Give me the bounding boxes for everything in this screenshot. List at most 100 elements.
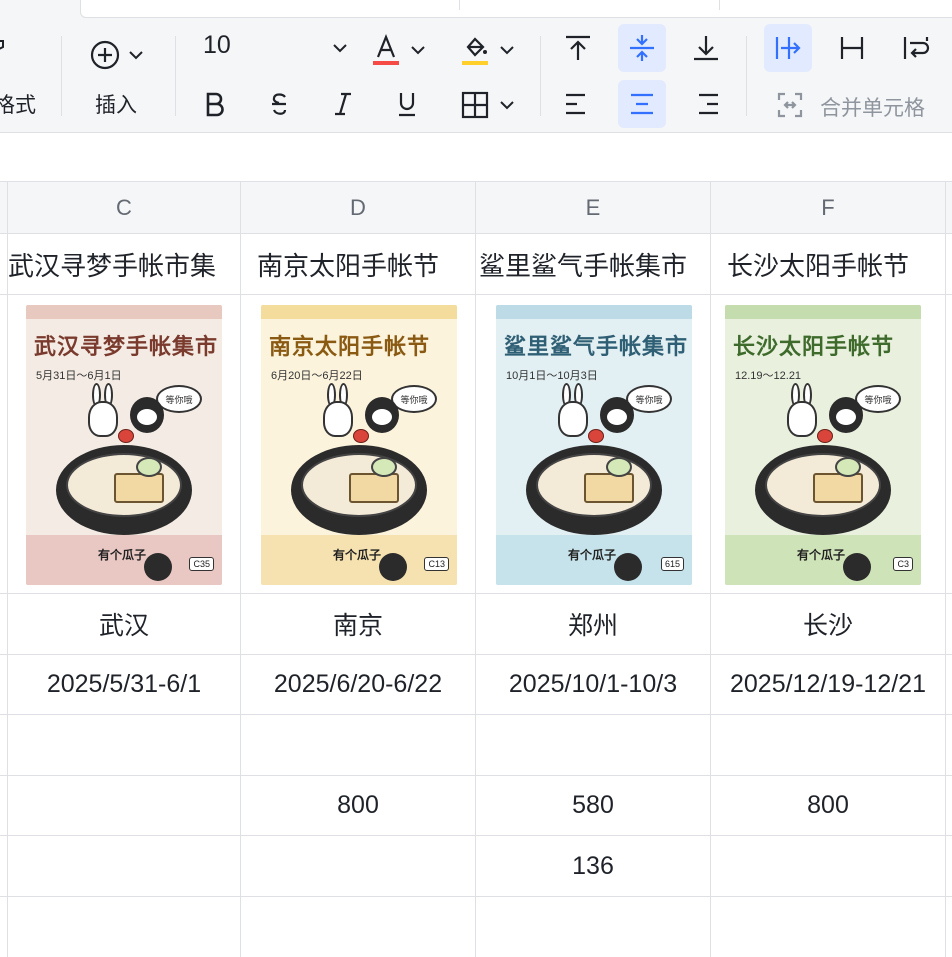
column-header-f[interactable]: F (711, 182, 946, 234)
cell-value-a-d[interactable]: 800 (241, 776, 476, 835)
cell-date-f[interactable]: 2025/12/19-12/21 (711, 655, 946, 714)
text-color-icon (373, 34, 399, 65)
formula-tab-strip (80, 0, 952, 18)
align-left-icon (566, 93, 585, 115)
poster-date: 5月31日～6月1日 (36, 370, 122, 382)
fill-color-button[interactable] (452, 30, 524, 70)
column-header-b-edge[interactable] (0, 182, 8, 234)
column-header-d[interactable]: D (241, 182, 476, 234)
border-button[interactable] (452, 86, 524, 124)
cell-title-f[interactable]: 长沙太阳手帐节 (711, 234, 946, 294)
apple-illustration (353, 429, 369, 443)
apple-illustration (588, 429, 604, 443)
cell-poster-f[interactable]: 长沙太阳手帐节 12.19～12.21 等你哦 有个瓜子 C3 (711, 295, 946, 593)
cell-empty-e[interactable] (476, 715, 711, 775)
toolbar-separator (746, 36, 747, 116)
poster-date: 6月20日～6月22日 (271, 370, 363, 382)
text-color-button[interactable] (364, 30, 434, 70)
cell-empty-c[interactable] (8, 715, 241, 775)
cell-trailing-e[interactable] (476, 897, 711, 957)
cell-value-b-c[interactable] (8, 836, 241, 896)
cell-b[interactable] (0, 655, 8, 714)
merge-cells-button[interactable] (770, 86, 810, 124)
cell-city-e[interactable]: 郑州 (476, 594, 711, 654)
toolbar-separator (61, 36, 62, 116)
align-middle-button[interactable] (618, 24, 666, 72)
align-bottom-button[interactable] (682, 24, 730, 72)
event-poster-image[interactable]: 长沙太阳手帐节 12.19～12.21 等你哦 有个瓜子 C3 (725, 305, 921, 585)
cell-title-c[interactable]: 武汉寻梦手帐市集 (8, 234, 241, 294)
align-top-button[interactable] (554, 24, 602, 72)
poster-booth-tag: C35 (189, 557, 214, 571)
cell-empty-d[interactable] (241, 715, 476, 775)
chevron-down-icon (333, 44, 347, 53)
cell-empty-f[interactable] (711, 715, 946, 775)
toolbar-separator (175, 36, 176, 116)
cell-value-a-c[interactable] (8, 776, 241, 835)
text-wrap-button[interactable] (892, 24, 940, 72)
column-header-e[interactable]: E (476, 182, 711, 234)
apple-illustration (118, 429, 134, 443)
cell-b[interactable] (0, 234, 8, 294)
cell-trailing-c[interactable] (8, 897, 241, 957)
event-poster-image[interactable]: 南京太阳手帐节 6月20日～6月22日 等你哦 有个瓜子 C13 (261, 305, 457, 585)
align-center-button[interactable] (618, 80, 666, 128)
merge-cells-icon (777, 92, 803, 118)
insert-label[interactable]: 插入 (95, 89, 137, 119)
table-row-trailing (0, 897, 952, 957)
cell-date-e[interactable]: 2025/10/1-10/3 (476, 655, 711, 714)
cell-value-a-e[interactable]: 580 (476, 776, 711, 835)
cell-b[interactable] (0, 594, 8, 654)
format-painter-icon[interactable] (0, 38, 10, 60)
bold-button[interactable] (196, 86, 234, 122)
cell-value-b-e[interactable]: 136 (476, 836, 711, 896)
column-header-c[interactable]: C (8, 182, 241, 234)
text-clip-icon (840, 37, 864, 59)
cell-poster-d[interactable]: 南京太阳手帐节 6月20日～6月22日 等你哦 有个瓜子 C13 (241, 295, 476, 593)
poster-brand: 有个瓜子 (797, 548, 846, 562)
chevron-down-icon (129, 51, 143, 60)
font-size-value[interactable]: 10 (203, 31, 231, 60)
cell-poster-c[interactable]: 武汉寻梦手帐集市 5月31日～6月1日 等你哦 有个瓜子 C35 (8, 295, 241, 593)
strikethrough-button[interactable] (260, 86, 298, 122)
cell-city-c[interactable]: 武汉 (8, 594, 241, 654)
text-clip-button[interactable] (828, 24, 876, 72)
cell-trailing-f[interactable] (711, 897, 946, 957)
merge-cells-label[interactable]: 合并单元格 (820, 92, 925, 122)
align-bottom-icon (694, 36, 718, 61)
cell-city-f[interactable]: 长沙 (711, 594, 946, 654)
format-label[interactable]: 格式 (0, 89, 36, 119)
event-poster-image[interactable]: 鲨里鲨气手帐集市 10月1日～10月3日 等你哦 有个瓜子 615 (496, 305, 692, 585)
align-right-button[interactable] (682, 80, 730, 128)
tofu-illustration (813, 473, 863, 503)
event-poster-image[interactable]: 武汉寻梦手帐集市 5月31日～6月1日 等你哦 有个瓜子 C35 (26, 305, 222, 585)
font-size-dropdown[interactable] (326, 36, 354, 60)
cell-value-a-f[interactable]: 800 (711, 776, 946, 835)
align-right-icon (699, 93, 718, 115)
bunny-illustration (787, 401, 817, 437)
formula-bar[interactable] (0, 134, 952, 181)
penguin-illustration (144, 553, 172, 581)
cell-value-b-d[interactable] (241, 836, 476, 896)
cell-b[interactable] (0, 897, 8, 957)
italic-button[interactable] (324, 86, 362, 122)
insert-button[interactable] (84, 36, 150, 74)
text-overflow-button[interactable] (764, 24, 812, 72)
cell-b[interactable] (0, 295, 8, 593)
bold-icon (206, 92, 224, 117)
cell-b[interactable] (0, 836, 8, 896)
cell-title-d[interactable]: 南京太阳手帐节 (241, 234, 476, 294)
cell-poster-e[interactable]: 鲨里鲨气手帐集市 10月1日～10月3日 等你哦 有个瓜子 615 (476, 295, 711, 593)
cell-title-e[interactable]: 鲨里鲨气手帐集市 (476, 234, 711, 294)
cell-date-d[interactable]: 2025/6/20-6/22 (241, 655, 476, 714)
cell-trailing-d[interactable] (241, 897, 476, 957)
cell-b[interactable] (0, 776, 8, 835)
sheet-grid: 武汉寻梦手帐市集 南京太阳手帐节 鲨里鲨气手帐集市 长沙太阳手帐节 武汉寻梦手帐… (0, 234, 952, 957)
underline-button[interactable] (388, 86, 426, 122)
cell-value-b-f[interactable] (711, 836, 946, 896)
cell-date-c[interactable]: 2025/5/31-6/1 (8, 655, 241, 714)
cell-b[interactable] (0, 715, 8, 775)
align-left-button[interactable] (554, 80, 602, 128)
cell-city-d[interactable]: 南京 (241, 594, 476, 654)
poster-date: 12.19～12.21 (735, 370, 802, 382)
